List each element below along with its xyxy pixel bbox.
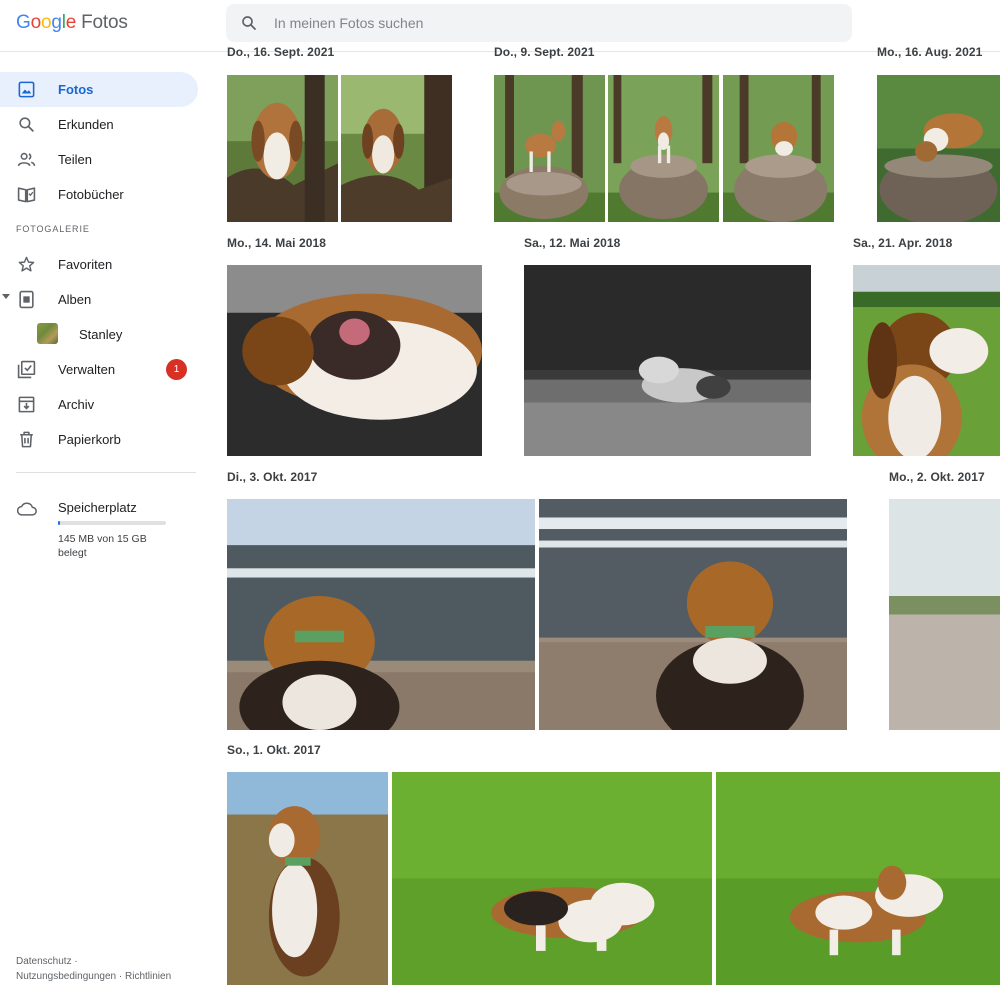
album-thumbnail[interactable] [37,323,58,344]
sidebar-item-fotobuecher[interactable]: Fotobücher [0,177,198,212]
book-icon [17,187,36,203]
storage-progress-fill [58,521,61,525]
photo-thumbnail[interactable] [227,265,482,456]
sidebar-item-favoriten[interactable]: Favoriten [0,247,198,282]
footer-separator: · [74,956,78,967]
sidebar-item-label: Alben [58,292,92,307]
photo-thumbnail[interactable] [227,75,338,222]
logo-letter: o [40,12,52,33]
date-label[interactable]: Mo., 14. Mai 2018 [227,236,326,250]
sidebar-item-papierkorb[interactable]: Papierkorb [0,422,198,457]
notification-badge: 1 [166,359,187,380]
sidebar-item-label: Papierkorb [58,432,121,447]
search-icon[interactable] [240,14,258,32]
photo-thumbnail[interactable] [539,499,847,730]
date-label[interactable]: Mo., 2. Okt. 2017 [889,470,985,484]
sidebar-item-label: Verwalten [58,362,116,377]
search-input[interactable] [274,4,834,42]
archive-icon [18,396,35,413]
date-label[interactable]: Sa., 21. Apr. 2018 [853,236,952,250]
sidebar: Fotos Erkunden Teilen Fotobücher FOTOGAL… [0,52,212,1000]
date-label[interactable]: Sa., 12. Mai 2018 [524,236,620,250]
storage-usage-text: 145 MB von 15 GB belegt [58,533,147,559]
photo-thumbnail[interactable] [877,75,1000,222]
sidebar-item-label: Fotobücher [58,187,124,202]
date-label[interactable]: Do., 16. Sept. 2021 [227,45,334,59]
sidebar-item-archiv[interactable]: Archiv [0,387,198,422]
search-icon [19,117,34,132]
storage-progress-bar [58,521,166,525]
cloud-icon [17,502,37,516]
logo-letter: g [51,12,62,33]
photo-thumbnail[interactable] [341,75,452,222]
sidebar-divider [16,472,196,473]
sidebar-item-label: Fotos [58,82,94,97]
footer-separator: · [118,971,123,982]
photo-thumbnail[interactable] [723,75,834,222]
album-icon [19,290,34,309]
sidebar-item-label: Archiv [58,397,95,412]
logo-letter: e [65,12,77,33]
sidebar-item-fotos[interactable]: Fotos [0,72,198,107]
product-name: Fotos [81,12,128,33]
photo-thumbnail[interactable] [392,772,712,985]
photo-thumbnail[interactable] [889,499,1000,730]
sidebar-item-stanley[interactable]: Stanley [79,327,122,342]
date-label[interactable]: Di., 3. Okt. 2017 [227,470,317,484]
sidebar-footer: Datenschutz · Nutzungsbedingungen · Rich… [16,954,216,984]
date-label[interactable]: Do., 9. Sept. 2021 [494,45,595,59]
logo-letter: o [30,12,42,33]
sidebar-item-teilen[interactable]: Teilen [0,142,198,177]
date-label[interactable]: Mo., 16. Aug. 2021 [877,45,982,59]
policies-link[interactable]: Richtlinien [125,971,171,982]
sidebar-item-label: Favoriten [58,257,113,272]
manage-icon [17,360,36,379]
date-label[interactable]: So., 1. Okt. 2017 [227,743,321,757]
photo-thumbnail[interactable] [227,499,535,730]
photo-thumbnail[interactable] [524,265,811,456]
sidebar-item-label: Teilen [58,152,92,167]
photo-thumbnail[interactable] [227,772,388,985]
people-icon [17,152,36,167]
trash-icon [20,431,33,448]
logo-letter: G [16,12,31,33]
section-label-fotogalerie: FOTOGALERIE [16,224,90,234]
google-photos-logo[interactable]: Google Fotos [16,12,128,34]
search-bar[interactable] [226,4,852,42]
sidebar-item-erkunden[interactable]: Erkunden [0,107,198,142]
storage-label[interactable]: Speicherplatz [58,500,137,515]
photo-thumbnail[interactable] [608,75,719,222]
sidebar-item-label: Erkunden [58,117,114,132]
privacy-link[interactable]: Datenschutz [16,956,72,967]
photo-thumbnail[interactable] [853,265,1000,456]
sidebar-item-alben[interactable]: Alben [0,282,198,317]
terms-link[interactable]: Nutzungsbedingungen [16,971,116,982]
photo-icon [18,81,35,98]
photo-thumbnail[interactable] [494,75,605,222]
photo-thumbnail[interactable] [716,772,1000,985]
star-icon [18,256,35,272]
